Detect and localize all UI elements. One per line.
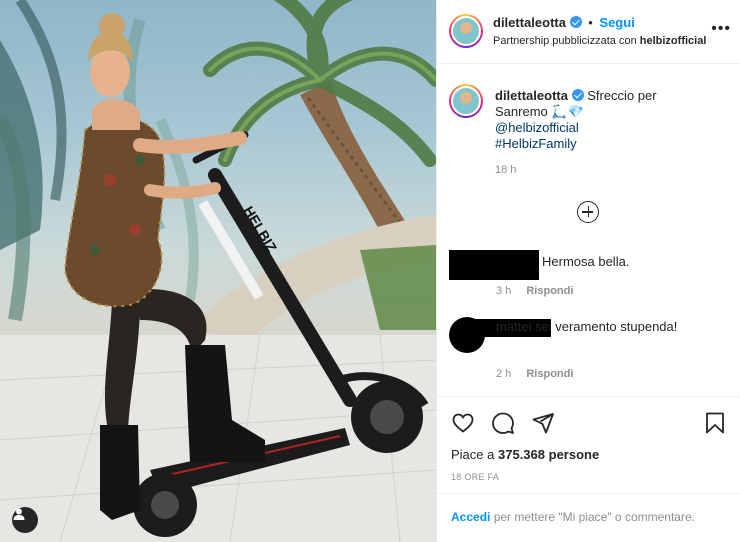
partnership-label: Partnership pubblicizzata con (493, 35, 637, 47)
post-header: dilettaleotta • Segui Partnership pubbli… (437, 0, 740, 64)
comment-icon[interactable] (491, 411, 515, 435)
caption-timestamp[interactable]: 18 h (495, 162, 675, 178)
verified-icon (569, 16, 582, 28)
reply-button[interactable]: Rispondi (526, 285, 573, 297)
caption-hashtag[interactable]: #HelbizFamily (495, 136, 675, 152)
comment-time[interactable]: 2 h (496, 368, 511, 380)
post-photo[interactable]: HELBIZ (0, 0, 436, 542)
post-photo-illustration: HELBIZ (0, 0, 436, 542)
post-date[interactable]: 18 ORE FA (451, 472, 499, 482)
more-options-icon[interactable]: ••• (711, 21, 731, 37)
reply-button[interactable]: Rispondi (526, 368, 573, 380)
login-prompt: Accedi per mettere "Mi piace" o commenta… (437, 493, 740, 537)
share-icon[interactable] (531, 411, 555, 435)
comment-time[interactable]: 3 h (496, 285, 511, 297)
login-prompt-text: per mettere "Mi piace" o commentare. (493, 510, 695, 524)
likes-number: 375.368 (498, 447, 545, 462)
comment-meta: 3 h Rispondi (496, 282, 573, 300)
user-tag-icon[interactable] (12, 507, 38, 533)
heart-icon[interactable] (451, 411, 475, 435)
add-circle-icon[interactable] (577, 201, 599, 223)
follow-button[interactable]: Segui (599, 15, 634, 30)
caption-username[interactable]: dilettaleotta (495, 88, 568, 103)
likes-suffix: persone (548, 447, 600, 462)
separator-dot: • (588, 15, 593, 30)
post-caption: dilettaleotta Sfreccio per Sanremo 🛴💎 @h… (495, 88, 675, 178)
comment-meta: 2 h Rispondi (496, 365, 573, 383)
likes-count[interactable]: Piace a 375.368 persone (451, 447, 599, 462)
redacted-username (449, 250, 539, 280)
verified-icon (571, 89, 584, 101)
comment-text: mattei sei veramento stupenda! (496, 319, 678, 334)
likes-prefix: Piace a (451, 447, 495, 462)
bookmark-icon[interactable] (703, 411, 727, 435)
author-avatar[interactable] (449, 14, 483, 48)
caption-mention[interactable]: @helbizofficial (495, 120, 675, 136)
author-line: dilettaleotta • Segui (493, 15, 635, 30)
comment-text: Hermosa bella. (542, 254, 630, 269)
login-link[interactable]: Accedi (451, 510, 490, 524)
partner-link[interactable]: helbizofficial (640, 35, 707, 47)
post-actions: Piace a 375.368 persone 18 ORE FA Accedi… (437, 396, 740, 536)
caption-author-avatar[interactable] (449, 84, 483, 118)
author-username[interactable]: dilettaleotta (493, 15, 566, 30)
partnership-line: Partnership pubblicizzata con helbizoffi… (493, 35, 706, 47)
post-sidebar: dilettaleotta • Segui Partnership pubbli… (436, 0, 740, 542)
